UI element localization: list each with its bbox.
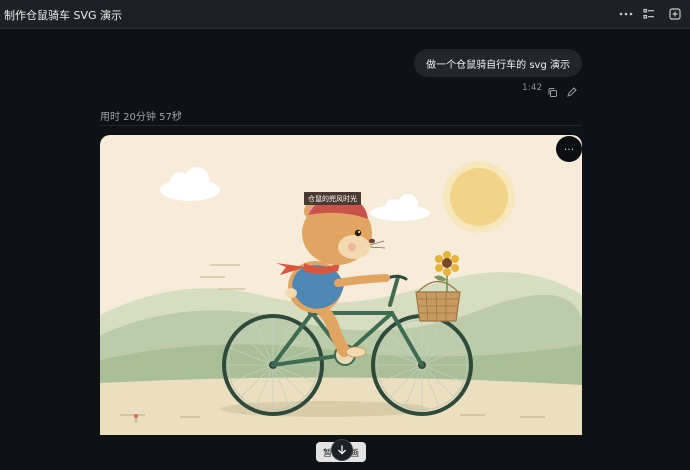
hamster-blush (348, 243, 356, 251)
copy-icon[interactable] (547, 83, 558, 97)
checklist-icon[interactable] (640, 5, 658, 23)
artifact-more-button[interactable]: ··· (556, 136, 582, 162)
hamster-foot (345, 346, 367, 358)
arrow-down-icon (338, 445, 346, 455)
message-time: 1:42 (522, 83, 543, 93)
scroll-down-button[interactable] (331, 439, 353, 461)
speed-lines (200, 264, 245, 290)
cloud (370, 194, 430, 221)
ellipsis-icon[interactable] (617, 5, 635, 23)
divider (100, 125, 582, 126)
user-message-bubble: 做一个仓鼠骑自行车的 svg 演示 (414, 49, 582, 77)
svg-caption-label: 仓鼠的兜风时光 (304, 192, 361, 205)
svg-artifact-preview (100, 135, 582, 435)
hamster-tail (285, 288, 297, 298)
add-panel-icon[interactable] (666, 5, 684, 23)
title-bar: 制作仓鼠骑车 SVG 演示 (0, 0, 690, 29)
edit-icon[interactable] (566, 83, 577, 97)
thinking-duration[interactable]: 用时 20分钟 57秒 (100, 108, 182, 123)
chevron-right-icon[interactable]: › (178, 108, 182, 119)
sun (443, 161, 515, 233)
cloud (160, 167, 220, 201)
hamster-arm (334, 274, 390, 287)
hamster-nose (369, 238, 375, 244)
user-message-text: 做一个仓鼠骑自行车的 svg 演示 (426, 59, 570, 71)
eye-highlight (358, 231, 360, 233)
hamster-eye (354, 229, 362, 237)
window-title: 制作仓鼠骑车 SVG 演示 (4, 9, 123, 22)
